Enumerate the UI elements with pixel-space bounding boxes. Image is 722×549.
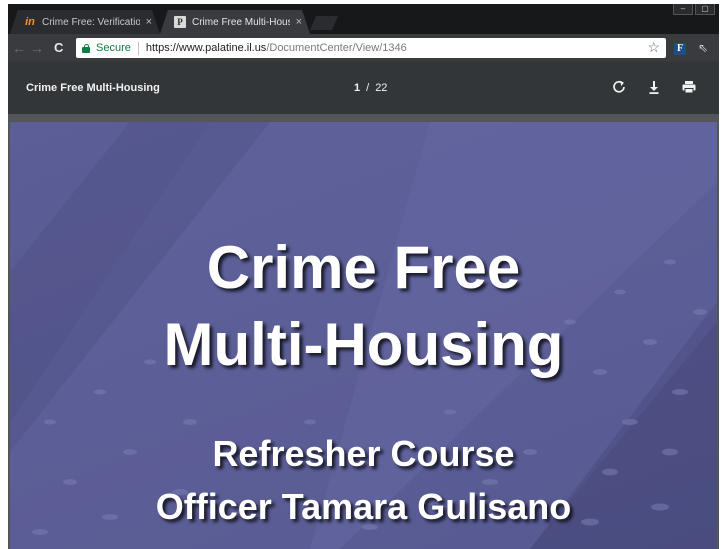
bookmark-star-icon[interactable]: ☆ [647,39,660,56]
divider [137,41,139,55]
address-bar[interactable]: Secure https://www.palatine.il.us/Docume… [76,38,666,58]
rotate-icon[interactable] [610,78,628,96]
slide-presenter: Officer Tamara Gulisano [155,486,572,527]
slide-title-line-2: Multi-Housing [163,311,564,378]
extension-f-icon[interactable]: F [674,43,686,55]
pdf-toolbar: Crime Free Multi-Housing 1 / 22 [8,62,719,114]
tab-title: Crime Free: Verification [42,16,140,28]
page-indicator: 1 / 22 [354,82,387,94]
browser-window: in Crime Free: Verification × P Crime Fr… [8,4,719,549]
minimize-icon[interactable]: – [673,4,693,15]
tab-title: Crime Free Multi-Housin [192,16,290,28]
maximize-icon[interactable]: ▢ [695,4,715,15]
document-title: Crime Free Multi-Housing [26,82,160,94]
back-arrow-icon[interactable]: ← [12,39,26,57]
tab-strip: in Crime Free: Verification × P Crime Fr… [8,4,719,34]
forward-arrow-icon[interactable]: → [30,39,44,57]
in-icon: in [25,16,35,28]
pdf-page: Crime Free Multi-Housing Refresher Cours… [10,122,717,549]
lock-icon [82,43,90,53]
tab-crime-free-multi-housing[interactable]: P Crime Free Multi-Housin × [160,10,310,34]
slide-subtitle: Refresher Course [212,433,515,474]
pdf-viewer[interactable]: Crime Free Multi-Housing Refresher Cours… [8,114,719,549]
page-separator: / [366,82,370,94]
print-icon[interactable] [680,78,698,96]
current-page[interactable]: 1 [354,82,360,94]
tab-crime-free-verification[interactable]: in Crime Free: Verification × [10,10,160,34]
total-pages: 22 [375,82,388,94]
mouse-cursor-icon: ⇖ [698,41,709,55]
secure-label: Secure [96,42,131,54]
close-icon[interactable]: × [146,16,152,28]
close-icon[interactable]: × [296,16,302,28]
url-path: /DocumentCenter/View/1346 [266,42,407,54]
download-icon[interactable] [645,78,663,96]
url-host: https://www.palatine.il.us [145,42,267,54]
browser-toolbar: ← → C Secure https://www.palatine.il.us /… [8,34,719,62]
reload-icon[interactable]: C [54,39,63,57]
slide-title-line-1: Crime Free [206,234,521,301]
p-icon: P [174,16,186,28]
window-controls: – ▢ [673,4,715,15]
new-tab-button[interactable] [310,16,338,30]
